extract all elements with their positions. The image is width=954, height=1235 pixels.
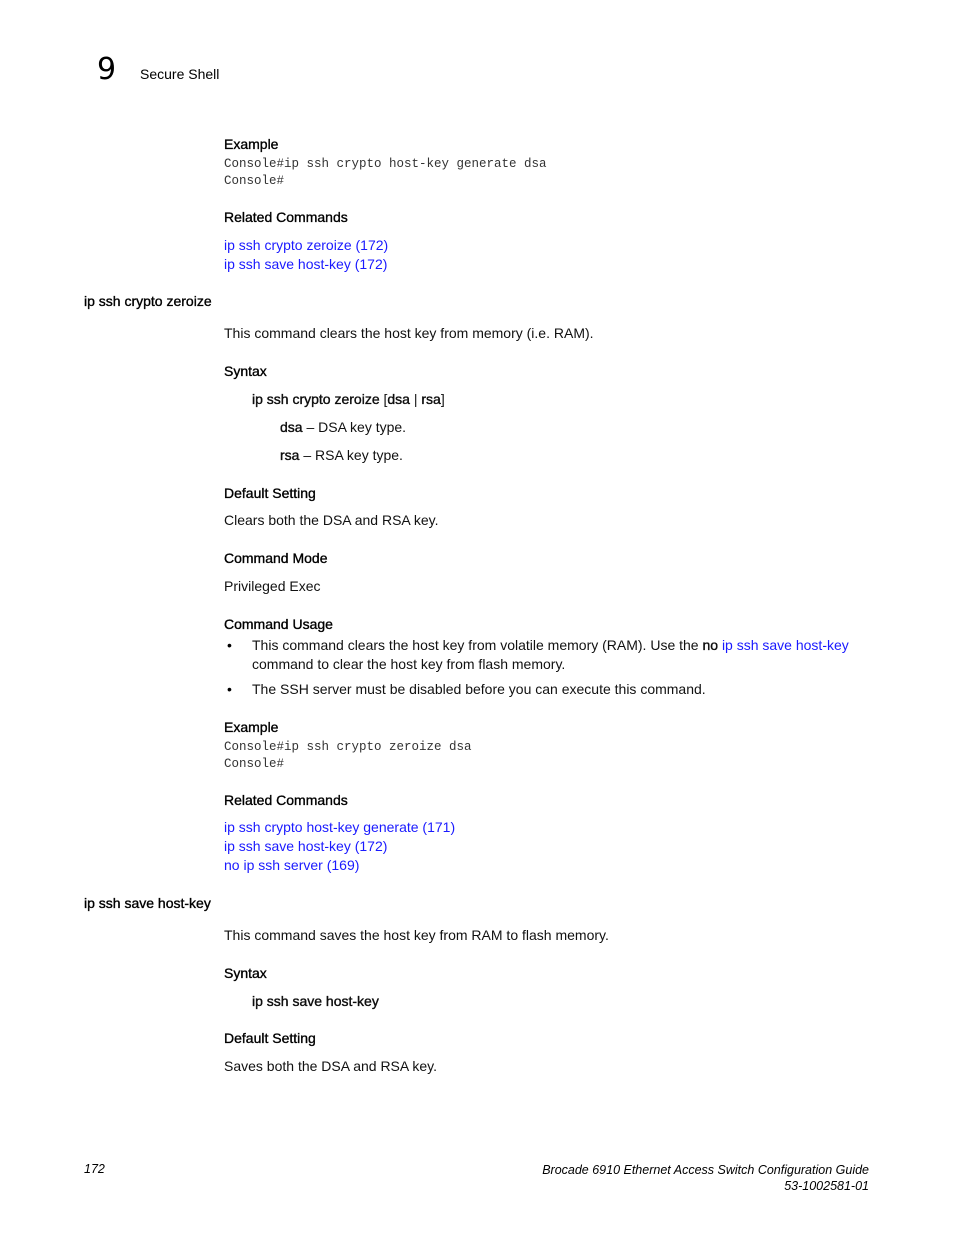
param-desc: – RSA key type. (299, 447, 403, 463)
param-name: rsa (280, 447, 300, 463)
mode-text: Privileged Exec (224, 578, 321, 594)
bullet-icon: • (227, 637, 232, 653)
syntax-line: ip ssh crypto zeroize [dsa | rsa] (252, 391, 445, 407)
usage-item: The SSH server must be disabled before y… (252, 681, 706, 697)
syntax-heading: Syntax (224, 965, 267, 981)
related-link[interactable]: ip ssh save host-key (172) (224, 837, 455, 856)
param-desc: – DSA key type. (302, 419, 407, 435)
page-number: 172 (84, 1162, 105, 1176)
related-link[interactable]: ip ssh crypto host-key generate (171) (224, 818, 455, 837)
param-name: dsa (280, 419, 303, 435)
usage-item-continued: command to clear the host key from flash… (252, 656, 566, 672)
usage-item: This command clears the host key from vo… (252, 637, 849, 653)
usage-text: This command clears the host key from vo… (252, 637, 703, 653)
example-heading: Example (224, 719, 279, 735)
command-title: ip ssh crypto zeroize (84, 293, 212, 309)
example-code: Console#ip ssh crypto zeroize dsa Consol… (224, 739, 472, 773)
doc-number: 53-1002581-01 (784, 1179, 869, 1193)
code-line: Console#ip ssh crypto host-key generate … (224, 157, 547, 171)
command-description: This command clears the host key from me… (224, 325, 594, 341)
syntax-line: ip ssh save host-key (252, 993, 379, 1009)
related-link[interactable]: ip ssh save host-key (172) (224, 255, 388, 274)
default-heading: Default Setting (224, 1030, 316, 1046)
related-commands-list: ip ssh crypto zeroize (172) ip ssh save … (224, 236, 388, 274)
syntax-option: rsa (421, 391, 441, 407)
param-rsa: rsa – RSA key type. (280, 447, 403, 463)
command-title: ip ssh save host-key (84, 895, 211, 911)
param-dsa: dsa – DSA key type. (280, 419, 406, 435)
usage-heading: Command Usage (224, 616, 333, 632)
usage-no-keyword: no (702, 637, 719, 653)
syntax-bracket: ] (440, 391, 445, 407)
default-text: Saves both the DSA and RSA key. (224, 1058, 437, 1074)
command-description: This command saves the host key from RAM… (224, 927, 609, 943)
syntax-separator: | (409, 391, 422, 407)
syntax-command: ip ssh crypto zeroize (252, 391, 384, 407)
bullet-icon: • (227, 681, 232, 697)
chapter-number: 9 (97, 52, 117, 87)
code-line: Console#ip ssh crypto zeroize dsa (224, 740, 472, 754)
syntax-option: dsa (387, 391, 410, 407)
related-link[interactable]: ip ssh crypto zeroize (172) (224, 236, 388, 255)
related-commands-list: ip ssh crypto host-key generate (171) ip… (224, 818, 455, 875)
default-text: Clears both the DSA and RSA key. (224, 512, 439, 528)
usage-link[interactable]: ip ssh save host-key (722, 637, 849, 653)
footer-doc-info: Brocade 6910 Ethernet Access Switch Conf… (542, 1162, 869, 1194)
syntax-heading: Syntax (224, 363, 267, 379)
chapter-title: Secure Shell (140, 66, 220, 82)
code-line: Console# (224, 174, 285, 188)
mode-heading: Command Mode (224, 550, 328, 566)
example-heading: Example (224, 136, 279, 152)
related-link[interactable]: no ip ssh server (169) (224, 856, 455, 875)
doc-title: Brocade 6910 Ethernet Access Switch Conf… (542, 1163, 869, 1177)
default-heading: Default Setting (224, 485, 316, 501)
related-commands-heading: Related Commands (224, 209, 348, 225)
related-commands-heading: Related Commands (224, 792, 348, 808)
code-line: Console# (224, 757, 285, 771)
example-code: Console#ip ssh crypto host-key generate … (224, 156, 547, 190)
